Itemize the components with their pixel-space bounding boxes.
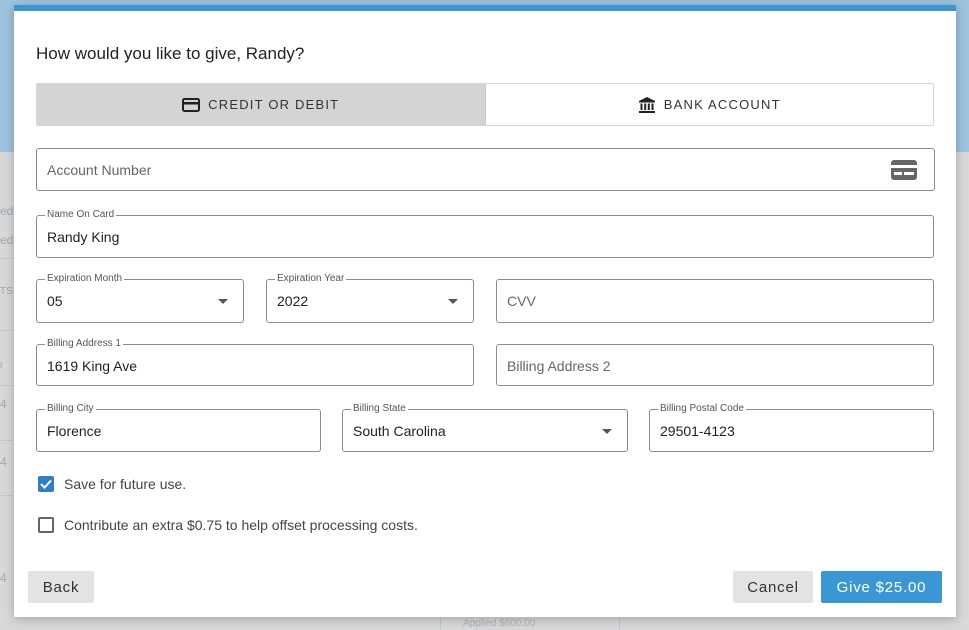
give-button[interactable]: Give $25.00 — [821, 571, 942, 603]
backdrop-divider — [0, 440, 14, 441]
billing-state-select[interactable]: Billing State South Carolina — [342, 403, 628, 452]
billing-address-2-placeholder: Billing Address 2 — [507, 358, 611, 374]
chevron-down-icon — [448, 299, 458, 304]
account-number-placeholder: Account Number — [47, 162, 152, 178]
cvv-field[interactable]: CVV — [496, 279, 934, 323]
backdrop-text: 4 — [0, 397, 7, 411]
billing-state-value: South Carolina — [353, 423, 446, 439]
billing-city-label: Billing City — [45, 403, 96, 415]
billing-postal-code-label: Billing Postal Code — [658, 403, 746, 415]
billing-address-2-field[interactable]: Billing Address 2 — [496, 344, 934, 386]
backdrop-text: TS — [0, 286, 13, 297]
back-button[interactable]: Back — [28, 571, 94, 603]
expiration-year-value: 2022 — [277, 293, 309, 309]
chevron-down-icon — [218, 299, 228, 304]
billing-postal-code-field[interactable]: Billing Postal Code 29501-4123 — [649, 403, 934, 452]
tab-label: BANK ACCOUNT — [663, 97, 781, 112]
cvv-placeholder: CVV — [507, 293, 536, 309]
billing-city-value: Florence — [47, 423, 102, 439]
cancel-button[interactable]: Cancel — [733, 571, 813, 603]
name-on-card-label: Name On Card — [45, 209, 117, 221]
account-number-field[interactable]: Account Number — [36, 148, 935, 191]
backdrop-divider — [0, 258, 14, 259]
billing-address-1-field[interactable]: Billing Address 1 1619 King Ave — [36, 338, 474, 386]
bank-icon — [638, 96, 655, 113]
credit-card-icon — [182, 97, 201, 112]
save-for-future-label: Save for future use. — [64, 476, 187, 492]
backdrop-card: Applied $600.00 — [440, 618, 620, 630]
contribute-extra-label: Contribute an extra $0.75 to help offset… — [64, 517, 418, 533]
credit-card-icon — [891, 160, 917, 180]
contribute-extra-checkbox[interactable] — [38, 517, 54, 533]
backdrop-divider — [0, 495, 14, 496]
backdrop-divider — [0, 385, 14, 386]
give-modal: How would you like to give, Randy? CREDI… — [14, 5, 956, 617]
name-on-card-value: Randy King — [47, 229, 120, 245]
expiration-month-value: 05 — [47, 293, 63, 309]
tab-label: CREDIT OR DEBIT — [208, 97, 340, 112]
backdrop-text: ed — [0, 204, 14, 218]
expiration-year-label: Expiration Year — [275, 273, 347, 285]
expiration-month-select[interactable]: Expiration Month 05 — [36, 273, 244, 323]
payment-method-tabs: CREDIT OR DEBIT BANK ACCOUNT — [36, 83, 934, 126]
contribute-extra-option[interactable]: Contribute an extra $0.75 to help offset… — [38, 517, 418, 533]
billing-postal-code-value: 29501-4123 — [660, 423, 735, 439]
checkmark-icon — [40, 479, 52, 489]
billing-address-1-label: Billing Address 1 — [45, 338, 123, 350]
expiration-year-select[interactable]: Expiration Year 2022 — [266, 273, 474, 323]
billing-address-1-value: 1619 King Ave — [47, 358, 138, 374]
tab-credit-or-debit[interactable]: CREDIT OR DEBIT — [37, 84, 486, 125]
modal-title: How would you like to give, Randy? — [36, 44, 305, 63]
tab-bank-account[interactable]: BANK ACCOUNT — [486, 84, 934, 125]
backdrop-text: r — [0, 360, 4, 371]
billing-state-label: Billing State — [351, 403, 408, 415]
backdrop-text: 4 — [0, 571, 7, 585]
save-for-future-checkbox[interactable] — [38, 476, 54, 492]
expiration-month-label: Expiration Month — [45, 273, 125, 285]
chevron-down-icon — [602, 429, 612, 434]
billing-city-field[interactable]: Billing City Florence — [36, 403, 321, 452]
name-on-card-field[interactable]: Name On Card Randy King — [36, 209, 934, 258]
backdrop-text: 4 — [0, 455, 7, 469]
save-for-future-option[interactable]: Save for future use. — [38, 476, 186, 492]
backdrop-divider — [0, 330, 14, 331]
